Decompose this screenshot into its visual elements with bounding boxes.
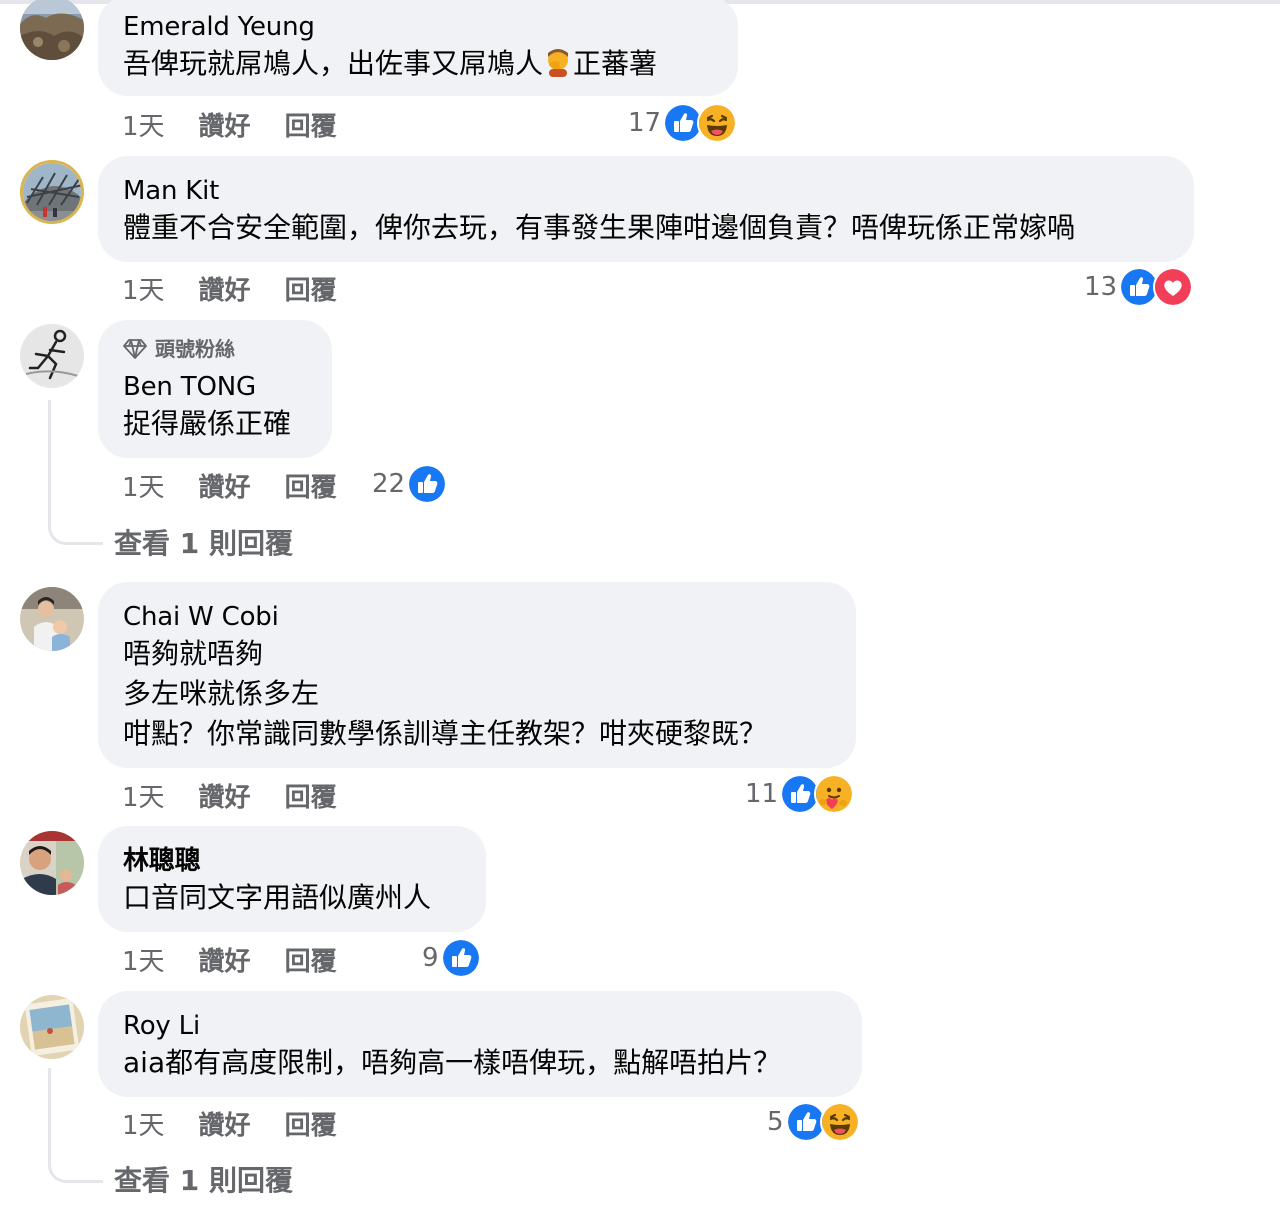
- family-photo: [20, 587, 84, 651]
- reaction-summary[interactable]: 13: [1084, 267, 1194, 307]
- reply-button[interactable]: 回覆: [285, 270, 337, 307]
- avatar[interactable]: [20, 587, 84, 651]
- diamond-icon: [123, 339, 147, 359]
- commenter-name[interactable]: 林聰聰: [123, 844, 462, 878]
- comment-time[interactable]: 1天: [122, 106, 165, 143]
- comment-bubble: Chai W Cobi 唔夠就唔夠 多左咪就係多左 咁點？你常識同數學係訓導主任…: [98, 582, 856, 768]
- comment-actions: 1天 讚好 回覆: [122, 1105, 371, 1141]
- comment-time[interactable]: 1天: [122, 941, 165, 978]
- commenter-name[interactable]: Ben TONG: [123, 370, 308, 404]
- comment-actions: 1天 讚好 回覆: [122, 777, 371, 813]
- reply-thread-line: [48, 400, 103, 545]
- comment-line: aia都有高度限制，唔夠高一樣唔俾玩，點解唔拍片？: [123, 1046, 782, 1079]
- comment-time[interactable]: 1天: [122, 270, 165, 307]
- commenter-name[interactable]: Man Kit: [123, 174, 1170, 208]
- comment-time[interactable]: 1天: [122, 1105, 165, 1142]
- comment-bubble: Roy Li aia都有高度限制，唔夠高一樣唔俾玩，點解唔拍片？: [98, 991, 862, 1097]
- like-reaction-icon: [407, 464, 448, 504]
- haha-reaction-icon: [697, 103, 738, 143]
- reply-button[interactable]: 回覆: [285, 941, 337, 978]
- avatar[interactable]: [20, 831, 84, 895]
- comment-line: 捉得嚴係正確: [123, 407, 292, 440]
- comment-line: 唔夠就唔夠: [123, 637, 264, 670]
- stadium-photo: [23, 163, 81, 221]
- badge-label: 頭號粉絲: [155, 337, 235, 361]
- comment-line: 吾俾玩就屌鳩人，出佐事又屌鳩人: [123, 47, 544, 80]
- avatar[interactable]: [20, 995, 84, 1059]
- comment-time[interactable]: 1天: [122, 777, 165, 814]
- like-button[interactable]: 讚好: [199, 270, 251, 307]
- running-figure-avatar: [20, 324, 84, 388]
- view-replies-link[interactable]: 查看 1 則回覆: [114, 1159, 293, 1199]
- reply-button[interactable]: 回覆: [285, 467, 337, 504]
- comment-actions: 1天 讚好 回覆: [122, 270, 371, 306]
- reaction-count: 9: [422, 943, 439, 973]
- commenter-name[interactable]: Emerald Yeung: [123, 10, 714, 44]
- reaction-summary[interactable]: 11: [745, 774, 855, 814]
- rocky-landscape-photo: [20, 0, 84, 60]
- top-fan-badge[interactable]: 頭號粉絲: [123, 334, 308, 364]
- like-button[interactable]: 讚好: [199, 777, 251, 814]
- comment-text: 吾俾玩就屌鳩人，出佐事又屌鳩人 正蕃薯: [123, 44, 714, 84]
- commenter-name[interactable]: Roy Li: [123, 1009, 838, 1043]
- beach-photo: [20, 995, 84, 1059]
- comment-bubble: 頭號粉絲 Ben TONG 捉得嚴係正確: [98, 320, 332, 458]
- comment-bubble: Man Kit 體重不合安全範圍，俾你去玩，有事發生果陣咁邊個負責？唔俾玩係正常…: [98, 156, 1194, 262]
- like-button[interactable]: 讚好: [199, 941, 251, 978]
- comment-time[interactable]: 1天: [122, 467, 165, 504]
- like-button[interactable]: 讚好: [199, 106, 251, 143]
- reaction-count: 17: [628, 108, 662, 138]
- comment-line: 多左咪就係多左: [123, 677, 320, 710]
- reaction-count: 22: [372, 469, 406, 499]
- comment-actions: 1天 讚好 回覆: [122, 467, 371, 503]
- reaction-count: 5: [767, 1107, 784, 1137]
- comment-line: 咁點？你常識同數學係訓導主任教架？咁夾硬黎既？: [123, 717, 768, 750]
- reply-button[interactable]: 回覆: [285, 1105, 337, 1142]
- reaction-summary[interactable]: 17: [628, 103, 738, 143]
- commenter-name[interactable]: Chai W Cobi: [123, 600, 832, 634]
- comment-line: 口音同文字用語似廣州人: [123, 881, 432, 914]
- avatar[interactable]: [20, 0, 84, 60]
- reply-button[interactable]: 回覆: [285, 106, 337, 143]
- view-replies-link[interactable]: 查看 1 則回覆: [114, 522, 293, 562]
- comment-bubble: Emerald Yeung 吾俾玩就屌鳩人，出佐事又屌鳩人 正蕃薯: [98, 0, 738, 96]
- comment-line: 正蕃薯: [573, 47, 658, 80]
- reaction-count: 13: [1084, 272, 1118, 302]
- avatar[interactable]: [20, 324, 84, 388]
- comment-bubble: 林聰聰 口音同文字用語似廣州人: [98, 826, 486, 932]
- avatar[interactable]: [20, 160, 84, 224]
- haha-reaction-icon: [819, 1102, 860, 1142]
- reply-thread-line: [48, 1068, 103, 1183]
- reaction-summary[interactable]: 9: [422, 938, 481, 978]
- like-button[interactable]: 讚好: [199, 467, 251, 504]
- like-reaction-icon: [440, 938, 481, 978]
- comment-line: 體重不合安全範圍，俾你去玩，有事發生果陣咁邊個負責？唔俾玩係正常嫁喎: [123, 211, 1076, 244]
- reply-button[interactable]: 回覆: [285, 777, 337, 814]
- comment-actions: 1天 讚好 回覆: [122, 941, 371, 977]
- care-reaction-icon: [814, 774, 855, 814]
- comment-actions: 1天 讚好 回覆: [122, 106, 371, 142]
- like-button[interactable]: 讚好: [199, 1105, 251, 1142]
- reaction-count: 11: [745, 779, 779, 809]
- love-reaction-icon: [1153, 267, 1194, 307]
- selfie-photo: [20, 831, 84, 895]
- person-facepalming-emoji: [548, 49, 569, 77]
- reaction-summary[interactable]: 22: [372, 464, 448, 504]
- reaction-summary[interactable]: 5: [767, 1102, 860, 1142]
